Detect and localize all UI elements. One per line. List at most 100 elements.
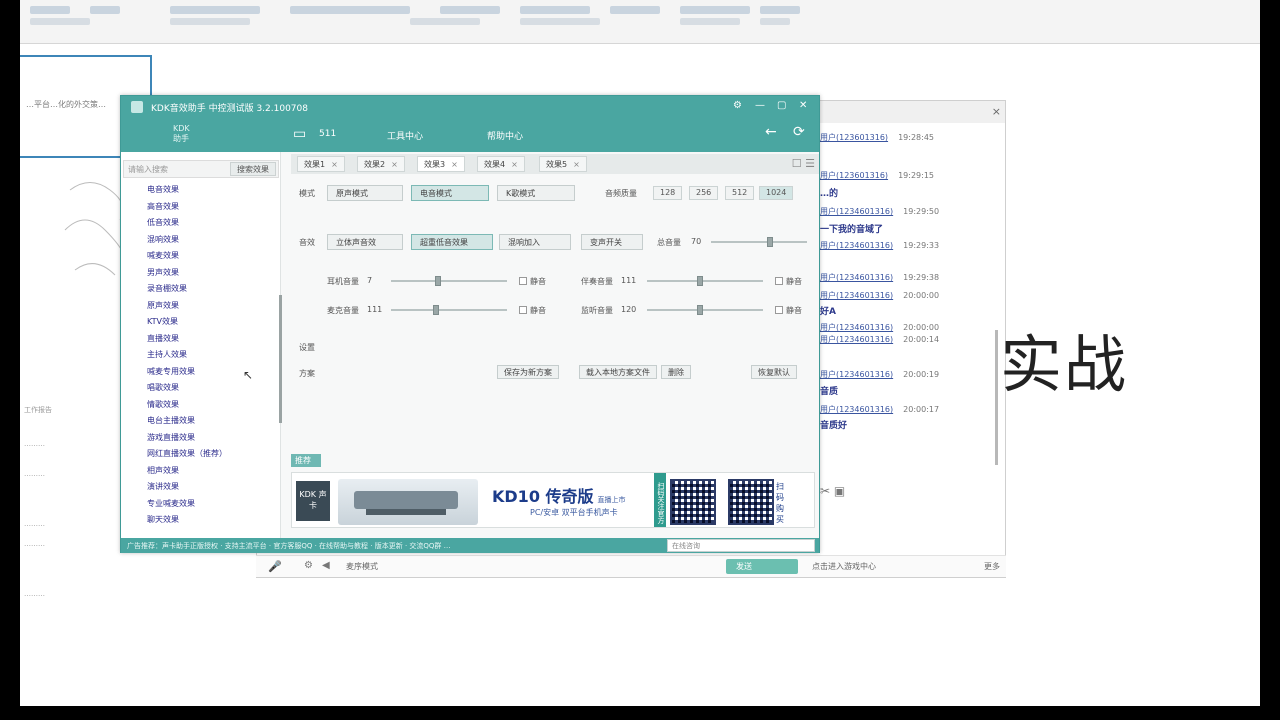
save-scheme-button[interactable]: 保存为新方案 — [497, 365, 559, 379]
search-input[interactable]: 请输入搜索 — [128, 164, 168, 175]
slider-knob[interactable] — [697, 276, 703, 286]
accomp-volume-slider[interactable] — [647, 276, 763, 286]
slider-knob[interactable] — [433, 305, 439, 315]
mode-original-button[interactable]: 原声模式 — [327, 185, 403, 201]
chat-username[interactable]: 用户(1234601316) — [820, 323, 893, 332]
effect-list-item[interactable]: 低音效果 — [143, 217, 263, 234]
load-scheme-button[interactable]: 载入本地方案文件 — [579, 365, 657, 379]
effect-list-item[interactable]: 聊天效果 — [143, 514, 263, 531]
effect-list-item[interactable]: 电台主播效果 — [143, 415, 263, 432]
slider-knob[interactable] — [767, 237, 773, 247]
chat-username[interactable]: 用户(1234601316) — [820, 370, 893, 379]
checkbox-label: 静音 — [530, 277, 546, 286]
close-icon[interactable]: × — [451, 160, 458, 169]
close-icon[interactable]: × — [573, 160, 580, 169]
tab-effect-1[interactable]: 效果1 × — [297, 156, 345, 172]
nav-help[interactable]: 帮助中心 — [487, 129, 523, 142]
tab-effect-2[interactable]: 效果2 × — [357, 156, 405, 172]
effect-list-item[interactable]: 直播效果 — [143, 333, 263, 350]
close-icon[interactable]: × — [992, 105, 1001, 118]
slider-knob[interactable] — [697, 305, 703, 315]
mic-icon[interactable]: 🎤 — [268, 560, 282, 573]
game-center-link[interactable]: 点击进入游戏中心 — [812, 561, 876, 572]
monitor-mute-checkbox[interactable]: 静音 — [775, 305, 802, 316]
delete-scheme-button[interactable]: 删除 — [661, 365, 691, 379]
mic-volume-slider[interactable] — [391, 305, 507, 315]
checkbox-label: 静音 — [530, 306, 546, 315]
gear-icon[interactable]: ⚙ — [304, 560, 313, 571]
mode-electro-button[interactable]: 电音模式 — [411, 185, 489, 201]
chat-username[interactable]: 用户(123601316) — [820, 133, 888, 142]
settings-icon[interactable]: ⚙ — [733, 100, 742, 111]
search-button[interactable]: 搜索效果 — [230, 162, 276, 176]
quality-512[interactable]: 512 — [725, 186, 755, 200]
effect-list-item[interactable]: 演讲效果 — [143, 481, 263, 498]
headphone-mute-checkbox[interactable]: 静音 — [519, 276, 546, 287]
effect-list-item[interactable]: 游戏直播效果 — [143, 432, 263, 449]
back-icon[interactable]: ← — [765, 124, 777, 140]
chat-username[interactable]: 用户(123601316) — [820, 171, 888, 180]
effect-list-item[interactable]: 情歌效果 — [143, 399, 263, 416]
effect-list-item[interactable]: 网红直播效果（推荐） — [143, 448, 263, 465]
effect-list-item[interactable]: 唱歌效果 — [143, 382, 263, 399]
effect-list-item[interactable]: 电音效果 — [143, 184, 263, 201]
monitor-volume-slider[interactable] — [647, 305, 763, 315]
mode-ksong-button[interactable]: K歌模式 — [497, 185, 575, 201]
more-link[interactable]: 更多 — [984, 561, 1000, 572]
bass-button[interactable]: 超重低音效果 — [411, 234, 493, 250]
chat-username[interactable]: 用户(1234601316) — [820, 273, 893, 282]
reset-default-button[interactable]: 恢复默认 — [751, 365, 797, 379]
reverb-button[interactable]: 混响加入 — [499, 234, 571, 250]
refresh-icon[interactable]: ⟳ — [793, 124, 805, 140]
slider-knob[interactable] — [435, 276, 441, 286]
ad-banner[interactable]: KDK 声卡 KD10 传奇版 直播上市 PC/安卓 双平台手机声卡 扫码关注官方… — [291, 472, 815, 528]
chat-tool-icons[interactable]: ✂ ▣ — [820, 484, 845, 498]
send-button[interactable]: 发送 — [726, 559, 798, 574]
master-volume-slider[interactable] — [711, 237, 807, 247]
close-icon[interactable]: × — [331, 160, 338, 169]
stereo-button[interactable]: 立体声音效 — [327, 234, 403, 250]
chat-username[interactable]: 用户(1234601316) — [820, 207, 893, 216]
minimize-icon[interactable]: — — [755, 100, 765, 111]
chat-username[interactable]: 用户(1234601316) — [820, 335, 893, 344]
effect-list-item[interactable]: 高音效果 — [143, 201, 263, 218]
close-icon[interactable]: × — [391, 160, 398, 169]
chat-username[interactable]: 用户(1234601316) — [820, 405, 893, 414]
mic-mute-checkbox[interactable]: 静音 — [519, 305, 546, 316]
quality-256[interactable]: 256 — [689, 186, 719, 200]
effect-list-item[interactable]: 男声效果 — [143, 267, 263, 284]
accomp-mute-checkbox[interactable]: 静音 — [775, 276, 802, 287]
effect-list-item[interactable]: 混响效果 — [143, 234, 263, 251]
headphone-volume-slider[interactable] — [391, 276, 507, 286]
bg-note: ……… — [24, 520, 45, 528]
effect-list-item[interactable]: 原声效果 — [143, 300, 263, 317]
mode-label: 模式 — [299, 189, 315, 198]
chat-bottom-bar: 🎤 ⚙ ◀ 麦序模式 发送 点击进入游戏中心 更多 — [256, 555, 1006, 577]
effect-list-item[interactable]: KTV效果 — [143, 316, 263, 333]
tab-effect-4[interactable]: 效果4 × — [477, 156, 525, 172]
tab-effect-3[interactable]: 效果3 × — [417, 156, 465, 172]
effect-list-item[interactable]: 喊麦效果 — [143, 250, 263, 267]
tab-toolbar-icons[interactable]: ☐ ☰ — [792, 157, 815, 170]
nav-tools[interactable]: 工具中心 — [387, 129, 423, 142]
voice-change-button[interactable]: 变声开关 — [581, 234, 643, 250]
volume-icon[interactable]: ◀ — [322, 560, 330, 571]
close-icon[interactable]: ✕ — [799, 100, 807, 111]
sidebar-scrollbar[interactable] — [279, 295, 282, 423]
chat-scrollbar[interactable] — [995, 330, 998, 465]
maximize-icon[interactable]: ▢ — [777, 100, 786, 111]
tab-effect-5[interactable]: 效果5 × — [539, 156, 587, 172]
close-icon[interactable]: × — [511, 160, 518, 169]
chat-username[interactable]: 用户(1234601316) — [820, 291, 893, 300]
effect-list-item[interactable]: 相声效果 — [143, 465, 263, 482]
chat-username[interactable]: 用户(1234601316) — [820, 241, 893, 250]
effect-list-item[interactable]: 专业喊麦效果 — [143, 498, 263, 515]
mic-mode[interactable]: 麦序模式 — [346, 561, 378, 572]
effect-list-item[interactable]: 主持人效果 — [143, 349, 263, 366]
quality-1024[interactable]: 1024 — [759, 186, 794, 200]
consult-input[interactable]: 在线咨询 — [667, 539, 815, 552]
monitor-icon[interactable]: ▭ — [293, 126, 306, 142]
effect-list-item[interactable]: 录音棚效果 — [143, 283, 263, 300]
chat-timestamp: 20:00:00 — [903, 291, 940, 300]
quality-128[interactable]: 128 — [653, 186, 683, 200]
